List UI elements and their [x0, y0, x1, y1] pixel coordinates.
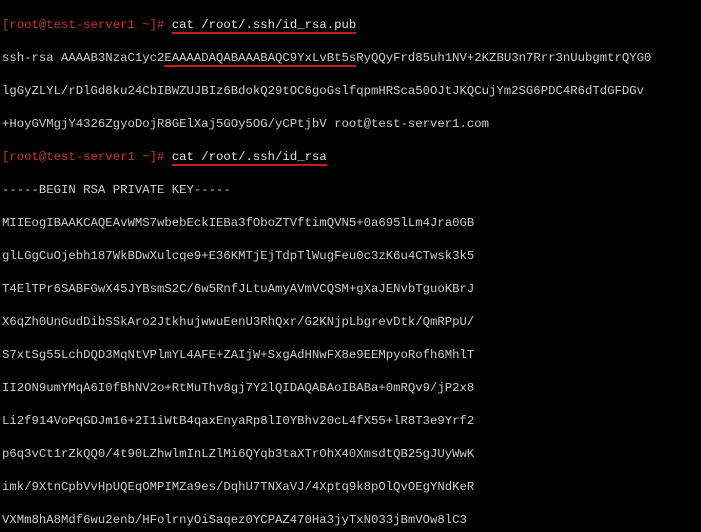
pubkey-rest3: +HoyGVMgjY4326ZgyoDojR8GElXaj5GOy5OG/yCP… [2, 117, 489, 131]
priv-l5: S7xtSg55LchDQD3MqNtVPlmYL4AFE+ZAIjW+SxgA… [2, 348, 474, 362]
priv-l4: X6qZh0UnGudDibSSkAro2JtkhujwwuEenU3RhQxr… [2, 315, 474, 329]
cmd-cat-pub: cat /root/.ssh/id_rsa.pub [172, 18, 356, 32]
pubkey-rest1: RyQQyFrd85uh1NV+2KZBU3n7Rrr3nUubgmtrQYG0 [356, 51, 651, 65]
priv-l9: imk/9XtnCpbVvHpUQEqOMPIMZa9es/DqhU7TNXaV… [2, 480, 474, 494]
prompt-2: [root@test-server1 ~]# [2, 150, 164, 164]
prompt-1: [root@test-server1 ~]# [2, 18, 164, 32]
pubkey-part1: ssh-rsa AAAAB3NzaC1yc2 [2, 51, 164, 65]
pubkey-mid: EAAAADAQABAAABAQC9YxLvBt5s [164, 51, 356, 65]
priv-begin: -----BEGIN RSA PRIVATE KEY----- [2, 183, 231, 197]
priv-l8: p6q3vCt1rZkQQ0/4t90LZhwlmInLZlMi6QYqb3ta… [2, 447, 474, 461]
pubkey-rest2: lgGyZLYL/rDlGd8ku24CbIBWZUJBIz6BdokQ29tO… [2, 84, 644, 98]
priv-l1: MIIEogIBAAKCAQEAvWMS7wbebEckIEBa3fOboZTV… [2, 216, 474, 230]
priv-l6: II2ON9umYMqA6I0fBhNV2o+RtMuThv8gj7Y2lQID… [2, 381, 474, 395]
priv-l2: glLGgCuOjebh187WkBDwXulcqe9+E36KMTjEjTdp… [2, 249, 474, 263]
terminal-screen[interactable]: [root@test-server1 ~]# cat /root/.ssh/id… [0, 0, 701, 532]
priv-l3: T4ElTPr6SABFGwX45JYBsmS2C/6w5RnfJLtuAmyA… [2, 282, 474, 296]
priv-l10: VXMm8hA8Mdf6wu2enb/HFolrnyOiSaqez0YCPAZ4… [2, 513, 467, 527]
cmd-cat-priv: cat /root/.ssh/id_rsa [172, 150, 327, 164]
priv-l7: Li2f914VoPqGDJm16+2I1iWtB4qaxEnyaRp8lI0Y… [2, 414, 474, 428]
